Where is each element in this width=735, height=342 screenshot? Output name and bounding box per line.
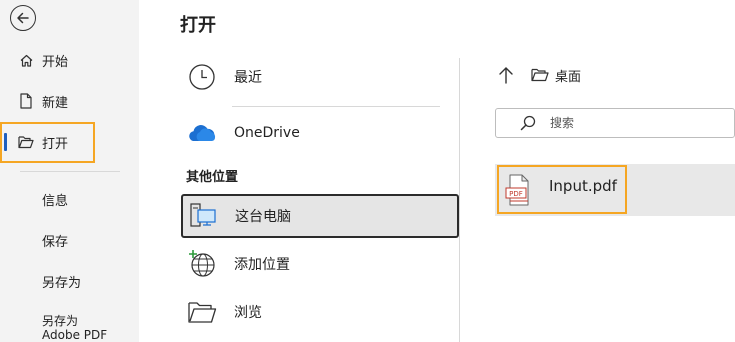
up-folder-button[interactable] — [497, 65, 515, 85]
location-add-place[interactable]: 添加位置 — [182, 243, 458, 285]
add-location-icon — [186, 248, 218, 280]
clock-icon — [186, 61, 218, 93]
nav-item-label: 新建 — [42, 95, 69, 111]
location-label: 浏览 — [234, 305, 262, 321]
nav-item-new[interactable]: 新建 — [0, 85, 139, 117]
back-button[interactable] — [10, 5, 36, 31]
location-this-pc[interactable]: 这台电脑 — [181, 194, 459, 238]
arrow-up-icon — [499, 67, 513, 84]
home-icon — [18, 52, 34, 68]
onedrive-cloud-icon — [186, 117, 218, 149]
location-divider — [232, 106, 440, 107]
nav-item-label: 开始 — [42, 54, 69, 70]
current-folder-label[interactable]: 桌面 — [555, 66, 581, 85]
location-label: 添加位置 — [234, 257, 290, 273]
nav-item-info[interactable]: 信息 — [0, 183, 139, 215]
nav-item-save-as[interactable]: 另存为 — [0, 265, 139, 297]
nav-item-label: 信息 — [42, 193, 69, 209]
this-pc-icon — [187, 200, 219, 232]
nav-item-label: 另存为 Adobe PDF — [42, 314, 108, 342]
back-arrow-icon — [17, 12, 29, 24]
highlight-box — [497, 165, 627, 214]
nav-item-home[interactable]: 开始 — [0, 44, 139, 76]
location-browse[interactable]: 浏览 — [182, 291, 458, 333]
browse-folder-icon — [186, 296, 218, 328]
nav-item-save-as-adobe-pdf[interactable]: 另存为 Adobe PDF — [42, 314, 107, 342]
search-icon — [520, 115, 536, 131]
location-label: 最近 — [234, 70, 262, 86]
other-locations-heading: 其他位置 — [186, 170, 239, 185]
highlight-box — [0, 122, 95, 163]
nav-item-label: 保存 — [42, 234, 69, 250]
new-document-icon — [18, 93, 34, 109]
nav-item-label: 另存为 — [42, 275, 82, 291]
folder-path-row: 桌面 — [497, 64, 581, 86]
nav-item-save[interactable]: 保存 — [0, 224, 139, 256]
location-onedrive[interactable]: OneDrive — [182, 112, 458, 154]
search-box[interactable] — [495, 108, 735, 138]
column-divider — [459, 58, 460, 342]
location-label: 这台电脑 — [235, 209, 291, 225]
page-title: 打开 — [180, 15, 216, 36]
location-recent[interactable]: 最近 — [182, 56, 458, 98]
sidebar-divider — [20, 171, 120, 172]
search-input[interactable] — [550, 116, 710, 130]
folder-icon — [531, 67, 549, 83]
location-label: OneDrive — [234, 125, 300, 141]
backstage-sidebar: 开始 新建 打开 信息 保存 另存为 另存为 Adobe PDF — [0, 0, 139, 342]
